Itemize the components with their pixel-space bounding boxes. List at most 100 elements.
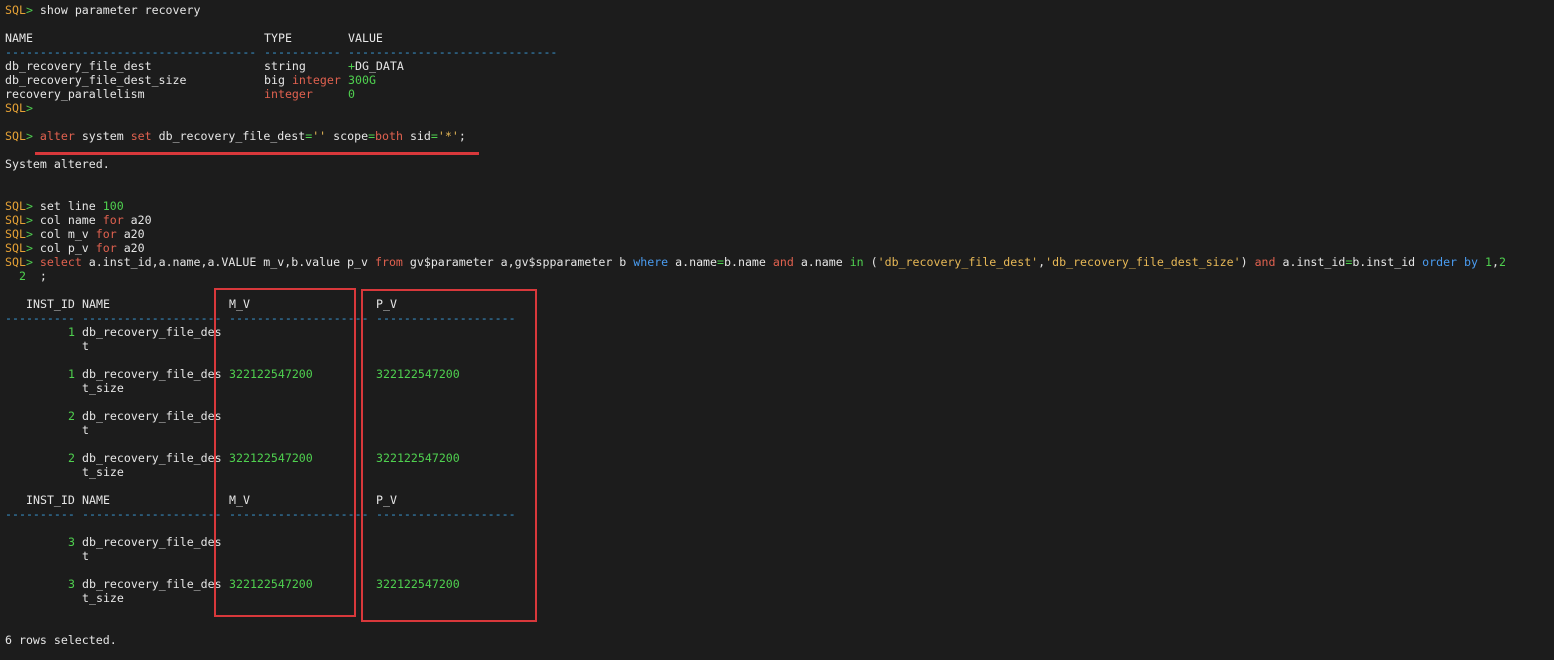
command-text: ) [1240, 255, 1255, 269]
name-cell: db_recovery_file_des [82, 535, 222, 549]
header-divider: ------------------------------------ [5, 45, 257, 59]
operator: = [430, 129, 438, 143]
command-line: SQL> col m_v for a20 [5, 227, 145, 241]
column-header-value: VALUE [348, 31, 383, 45]
name-cell: db_recovery_file_des [82, 409, 222, 423]
string-literal: 'db_recovery_file_dest' [877, 255, 1039, 269]
command-text [1478, 255, 1485, 269]
prompt-symbol: > [25, 241, 33, 255]
param-type: string [264, 59, 306, 73]
command-text: set line [39, 199, 103, 213]
sql-prompt: SQL [5, 241, 26, 255]
prompt-symbol: > [25, 129, 33, 143]
param-value: 0 [348, 87, 355, 101]
column-header-type: TYPE [264, 31, 292, 45]
p-v-highlight-box [361, 289, 537, 622]
highlight-underline [35, 152, 479, 155]
prompt-symbol: > [25, 3, 33, 17]
command-line: SQL> col p_v for a20 [5, 241, 145, 255]
command-text: a.name [793, 255, 850, 269]
prompt-symbol: > [25, 199, 33, 213]
keyword: system [81, 129, 124, 143]
name-cell: db_recovery_file_des [82, 577, 222, 591]
string-literal: '*' [437, 129, 459, 143]
select-command-line: SQL> select a.inst_id,a.name,a.VALUE m_v… [5, 255, 1506, 269]
string-literal: 'db_recovery_file_dest_size' [1045, 255, 1241, 269]
type-keyword: integer [291, 73, 341, 87]
keyword: and [1254, 255, 1276, 269]
param-type: big integer [264, 73, 341, 87]
continuation-line: 2 ; [5, 269, 47, 283]
sql-prompt: SQL [5, 227, 26, 241]
command-text: a.name [668, 255, 718, 269]
inst-id-cell: 3 [68, 535, 75, 549]
column-header-inst-id: INST_ID [26, 297, 75, 311]
header-divider: ---------- [5, 507, 75, 521]
command-text: a.inst_id,a.name,a.VALUE m_v,b.value p_v [81, 255, 375, 269]
type-word: big [264, 73, 285, 87]
m-v-highlight-box [214, 288, 356, 617]
prompt-symbol: > [25, 255, 33, 269]
column-header-name: NAME [82, 297, 110, 311]
param-value: +DG_DATA [348, 59, 404, 73]
command-line: SQL> set line 100 [5, 199, 124, 213]
operator: = [368, 129, 376, 143]
keyword: from [374, 255, 403, 269]
command-text: col m_v [39, 227, 96, 241]
prompt-symbol: > [25, 101, 33, 115]
command-text: ; [39, 269, 47, 283]
param-value: 300G [348, 73, 376, 87]
name-cell: db_recovery_file_des [82, 367, 222, 381]
column-header-name: NAME [82, 493, 110, 507]
column-header-name: NAME [5, 31, 33, 45]
header-divider: -------------------- [82, 311, 222, 325]
keyword: for [95, 241, 117, 255]
column-header-inst-id: INST_ID [26, 493, 75, 507]
inst-id-cell: 1 [68, 325, 75, 339]
command-text: show parameter recovery [39, 3, 201, 17]
inst-id-cell: 1 [68, 367, 75, 381]
keyword: in [849, 255, 864, 269]
identifier: scope [333, 129, 369, 143]
prompt-symbol: > [25, 227, 33, 241]
command-text: a.inst_id [1275, 255, 1346, 269]
command-line: SQL> show parameter recovery [5, 3, 200, 17]
name-cell-wrap: t [82, 423, 89, 437]
keyword: and [772, 255, 794, 269]
terminator: ; [458, 129, 466, 143]
sql-prompt: SQL [5, 255, 26, 269]
keyword: for [95, 227, 117, 241]
name-cell-wrap: t [82, 339, 89, 353]
command-text: , [1491, 255, 1499, 269]
empty-prompt: SQL> [5, 101, 33, 115]
header-divider: -------------------- [82, 507, 222, 521]
terminal-window[interactable]: SQL> show parameter recovery NAME TYPE V… [0, 0, 1554, 660]
name-cell-wrap: t_size [82, 591, 124, 605]
number: 1 [1484, 255, 1492, 269]
number: 2 [1498, 255, 1506, 269]
line-number: 2 [18, 269, 26, 283]
operator: = [717, 255, 725, 269]
name-cell: db_recovery_file_des [82, 325, 222, 339]
command-text: gv$parameter a,gv$spparameter b [402, 255, 634, 269]
value-prefix: + [348, 59, 355, 73]
prompt-symbol: > [25, 213, 33, 227]
value-text: DG_DATA [354, 59, 404, 73]
command-text: a20 [116, 241, 145, 255]
command-text: col p_v [39, 241, 96, 255]
keyword: alter [39, 129, 75, 143]
header-divider: ------------------------------ [348, 45, 558, 59]
number: 100 [102, 199, 124, 213]
command-text: b.inst_id [1352, 255, 1423, 269]
command-text: a20 [116, 227, 145, 241]
sql-prompt: SQL [5, 3, 26, 17]
name-cell-wrap: t [82, 549, 89, 563]
param-name: db_recovery_file_dest [5, 59, 152, 73]
name-cell-wrap: t_size [82, 465, 124, 479]
command-text: b.name [724, 255, 773, 269]
keyword: where [633, 255, 669, 269]
command-text: ( [863, 255, 878, 269]
param-name: recovery_parallelism [5, 87, 145, 101]
keyword: set [130, 129, 152, 143]
keyword: select [39, 255, 82, 269]
